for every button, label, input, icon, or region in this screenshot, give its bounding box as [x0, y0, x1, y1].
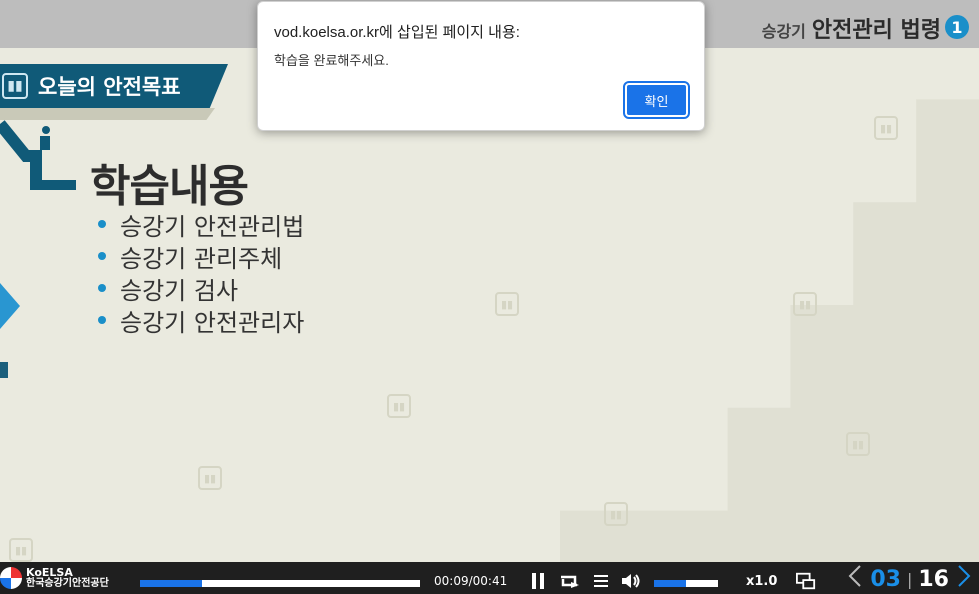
logo-text-kr: 한국승강기안전공단: [26, 578, 109, 589]
menu-icon: [594, 575, 608, 587]
page-navigation: 03 | 16: [846, 565, 973, 593]
dialog-message: 학습을 완료해주세요.: [274, 53, 389, 68]
screen-mode-button[interactable]: [796, 571, 816, 591]
slide-header-title: 승강기 안전관리 법령: [762, 12, 941, 44]
ok-button[interactable]: 확인: [623, 81, 690, 119]
watermark-icon: ▮▮: [387, 394, 411, 418]
watermark-icon: ▮▮: [604, 502, 628, 526]
koelsa-logo: KoELSA 한국승강기안전공단: [0, 567, 109, 589]
side-arrow-decoration: [0, 283, 20, 329]
total-pages: 16: [918, 566, 949, 592]
current-page: 03: [870, 566, 901, 592]
page-separator: |: [906, 569, 913, 589]
watermark-icon: ▮▮: [874, 116, 898, 140]
time-display: 00:09/00:41: [434, 574, 508, 588]
goal-label: 오늘의 안전목표: [38, 75, 181, 99]
list-item: 승강기 검사: [98, 272, 304, 305]
watermark-icon: ▮▮: [198, 466, 222, 490]
progress-bar[interactable]: [140, 580, 420, 587]
watermark-icon: ▮▮: [846, 432, 870, 456]
list-item: 승강기 안전관리자: [98, 304, 304, 337]
volume-fill: [654, 580, 686, 587]
pause-icon: [532, 573, 544, 589]
watermark-icon: ▮▮: [495, 292, 519, 316]
speed-button[interactable]: x1.0: [746, 574, 777, 589]
side-bar-decoration: [0, 362, 8, 378]
volume-button[interactable]: [621, 571, 641, 591]
chevron-left-icon: [848, 565, 862, 587]
dialog-title: vod.koelsa.or.kr에 삽입된 페이지 내용:: [274, 24, 520, 41]
list-item: 승강기 안전관리법: [98, 208, 304, 241]
player-controls: KoELSA 한국승강기안전공단 00:09/00:41 x1.0 03 | 1…: [0, 562, 979, 594]
watermark-icon: ▮▮: [793, 292, 817, 316]
header-title: 안전관리 법령: [811, 18, 941, 43]
people-icon: ▮▮: [2, 73, 28, 99]
goal-banner: ▮▮ 오늘의 안전목표: [0, 64, 228, 108]
escalator-icon: [0, 120, 76, 190]
chevron-right-icon: [958, 565, 971, 587]
logo-text-en: KoELSA: [26, 566, 73, 579]
content-title: 학습내용: [90, 161, 249, 212]
watermark-icon: ▮▮: [9, 538, 33, 562]
repeat-button[interactable]: [559, 571, 579, 591]
content-list: 승강기 안전관리법 승강기 관리주체 승강기 검사 승강기 안전관리자: [98, 208, 304, 337]
chapter-number-badge: 1: [945, 15, 969, 39]
prev-page-button[interactable]: [846, 565, 864, 593]
progress-fill: [140, 580, 202, 587]
screen-mode-icon: [796, 572, 816, 590]
speaker-icon: [622, 574, 640, 588]
menu-button[interactable]: [591, 571, 611, 591]
pause-button[interactable]: [528, 571, 548, 591]
repeat-icon: [561, 575, 579, 588]
next-page-button[interactable]: [955, 565, 973, 593]
header-subtitle: 승강기: [761, 22, 806, 41]
list-item: 승강기 관리주체: [98, 240, 304, 273]
volume-slider[interactable]: [654, 580, 718, 587]
alert-dialog: vod.koelsa.or.kr에 삽입된 페이지 내용: 학습을 완료해주세요…: [257, 1, 705, 131]
logo-mark-icon: [0, 567, 22, 589]
